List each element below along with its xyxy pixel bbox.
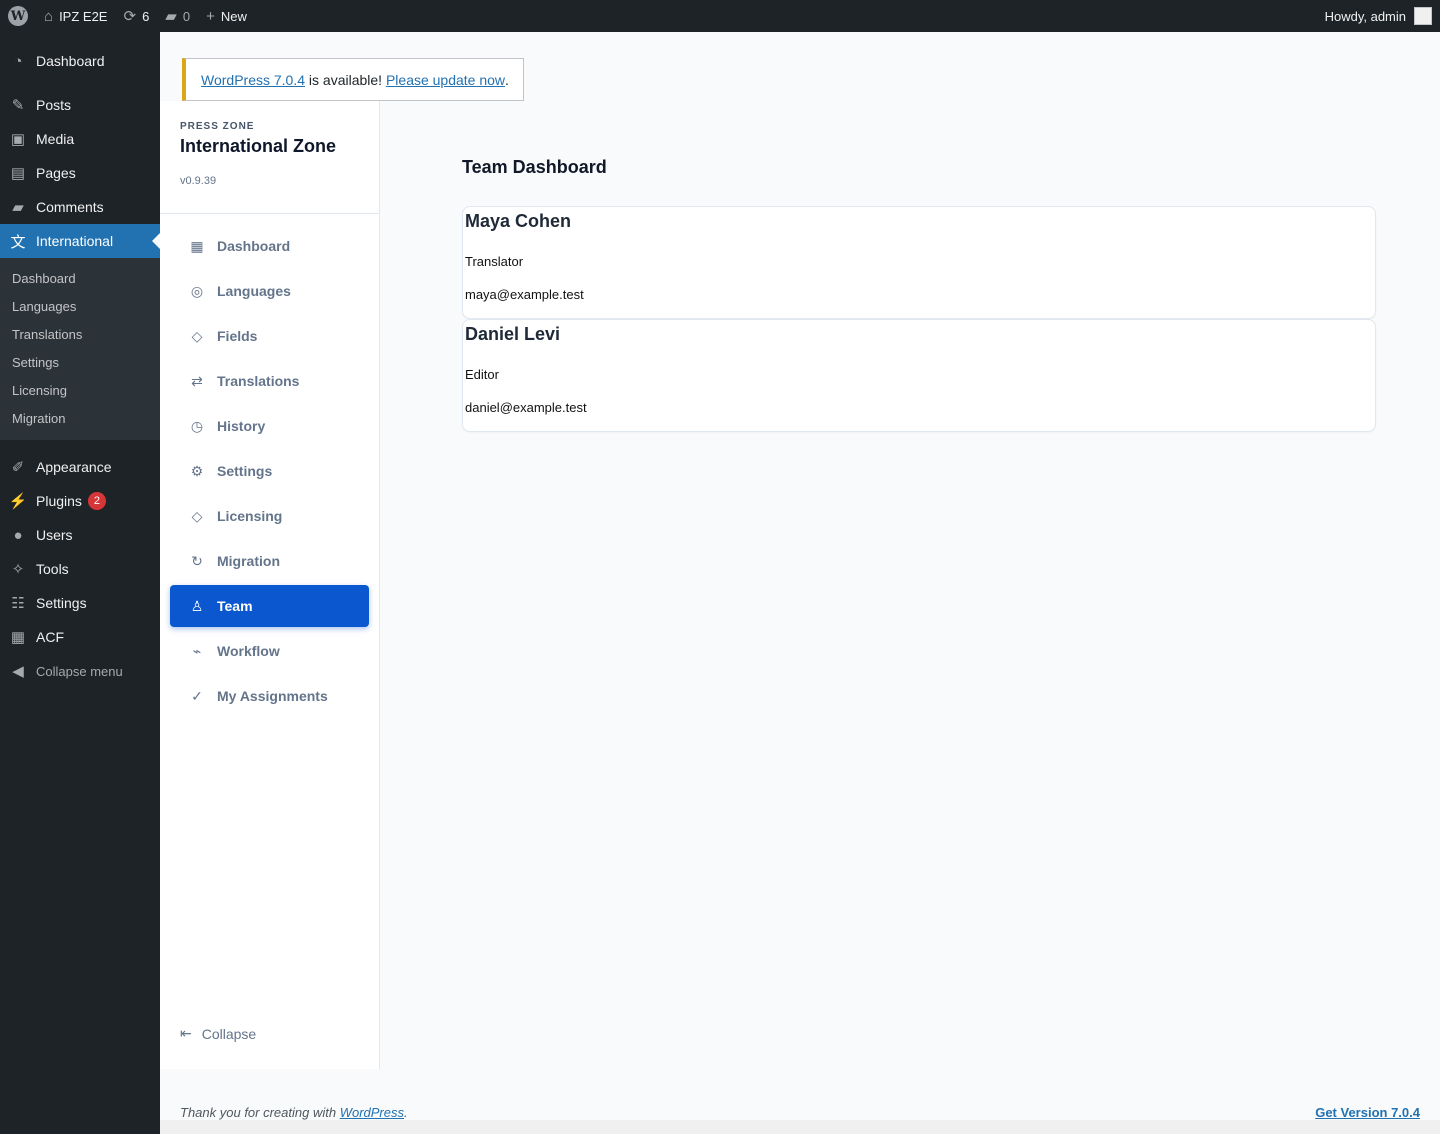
update-now-link[interactable]: Please update now xyxy=(386,72,505,88)
plugin-nav-licensing[interactable]: ◇ Licensing xyxy=(170,495,369,537)
plugin-nav-workflow[interactable]: ⌁ Workflow xyxy=(170,630,369,672)
menu-comments[interactable]: ▰ Comments xyxy=(0,190,160,224)
plugin-nav-migration[interactable]: ↻ Migration xyxy=(170,540,369,582)
site-name-link[interactable]: ⌂ IPZ E2E xyxy=(36,0,115,32)
home-icon: ⌂ xyxy=(44,7,54,25)
collapse-menu-button[interactable]: ◀ Collapse menu xyxy=(0,654,160,688)
paintbrush-icon: ✐ xyxy=(11,459,25,476)
plugin-sidebar: PRESS ZONE International Zone v0.9.39 ▦ D… xyxy=(160,101,380,1069)
updates-link[interactable]: ⟳ 6 xyxy=(115,0,157,32)
plugin-version: v0.9.39 xyxy=(180,175,217,187)
plugin-collapse-button[interactable]: ⇤ Collapse xyxy=(180,1025,256,1042)
get-version-link[interactable]: Get Version 7.0.4 xyxy=(1315,1105,1420,1120)
team-icon: ♙ xyxy=(190,597,204,614)
swap-icon: ⇄ xyxy=(191,372,203,389)
user-icon: ● xyxy=(13,526,23,544)
menu-posts[interactable]: ✎ Posts xyxy=(0,88,160,122)
plugin-nav: ▦ Dashboard ◎ Languages ◇ Fields ⇄ Translati… xyxy=(160,214,379,717)
plus-icon: + xyxy=(206,7,215,25)
refresh-icon: ↻ xyxy=(191,552,203,569)
member-email: daniel@example.test xyxy=(465,400,587,415)
member-email: maya@example.test xyxy=(465,287,584,302)
check-icon: ✓ xyxy=(191,687,203,704)
wordpress-version-link[interactable]: WordPress 7.0.4 xyxy=(201,72,305,88)
main-content: Team Dashboard Maya Cohen Translator may… xyxy=(462,157,1376,432)
plugin-brand: PRESS ZONE International Zone v0.9.39 xyxy=(160,101,379,214)
diamond-icon: ◇ xyxy=(191,327,203,344)
menu-plugins[interactable]: ⚡ Plugins 2 xyxy=(0,484,160,518)
submenu-item-settings[interactable]: Settings xyxy=(0,349,160,377)
gear-icon: ⚙ xyxy=(190,462,204,479)
menu-pages[interactable]: ▤ Pages xyxy=(0,156,160,190)
brand-name: International Zone xyxy=(180,136,337,156)
submenu-item-migration[interactable]: Migration xyxy=(0,405,160,433)
comment-icon: ▰ xyxy=(12,199,24,216)
member-role: Translator xyxy=(465,254,524,269)
wordpress-logo-icon[interactable]: W xyxy=(0,0,36,32)
submenu-item-languages[interactable]: Languages xyxy=(0,293,160,321)
plugin-nav-fields[interactable]: ◇ Fields xyxy=(170,315,369,357)
clock-icon: ◷ xyxy=(190,417,204,434)
globe-icon: ◎ xyxy=(190,282,204,299)
collapse-icon: ⇤ xyxy=(180,1025,192,1041)
pages-icon: ▤ xyxy=(10,165,26,182)
menu-media[interactable]: ▣ Media xyxy=(0,122,160,156)
dashboard-gauge-icon: ◔ xyxy=(13,52,23,70)
workflow-icon: ⌁ xyxy=(192,642,202,659)
plugin-nav-settings[interactable]: ⚙ Settings xyxy=(170,450,369,492)
member-name: Maya Cohen xyxy=(465,211,572,231)
admin-footer: Thank you for creating with WordPress. G… xyxy=(160,1069,1440,1120)
international-submenu: Dashboard Languages Translations Setting… xyxy=(0,258,160,440)
menu-users[interactable]: ● Users xyxy=(0,518,160,552)
team-member-card: Daniel Levi Editor daniel@example.test xyxy=(462,319,1376,432)
grid-icon: ▦ xyxy=(190,237,204,254)
team-member-card: Maya Cohen Translator maya@example.test xyxy=(462,206,1376,319)
menu-acf[interactable]: ▦ ACF xyxy=(0,620,160,654)
brand-eyebrow: PRESS ZONE xyxy=(180,121,255,132)
plugins-update-badge: 2 xyxy=(87,492,106,510)
comments-link[interactable]: ▰ 0 xyxy=(157,0,198,32)
update-notice: WordPress 7.0.4 is available! Please upd… xyxy=(182,58,524,101)
member-role: Editor xyxy=(465,367,499,382)
account-menu[interactable]: Howdy, admin xyxy=(1317,0,1440,32)
admin-bar: W ⌂ IPZ E2E ⟳ 6 ▰ 0 + New Howdy, admin xyxy=(0,0,1440,32)
plugin-nav-history[interactable]: ◷ History xyxy=(170,405,369,447)
avatar xyxy=(1414,7,1432,25)
footer-thanks: Thank you for creating with WordPress. xyxy=(180,1105,408,1120)
plugin-shell: PRESS ZONE International Zone v0.9.39 ▦ D… xyxy=(160,101,1440,1069)
team-member-list: Maya Cohen Translator maya@example.test … xyxy=(462,206,1376,432)
settings-sliders-icon: ☷ xyxy=(11,595,25,612)
wordpress-link[interactable]: WordPress xyxy=(340,1105,404,1120)
pin-icon: ✎ xyxy=(11,97,25,114)
comment-bubble-icon: ▰ xyxy=(165,7,177,25)
translate-icon: 文 xyxy=(10,233,26,251)
acf-grid-icon: ▦ xyxy=(10,629,26,646)
media-icon: ▣ xyxy=(10,131,26,148)
plugin-nav-my-assignments[interactable]: ✓ My Assignments xyxy=(170,675,369,717)
submenu-item-dashboard[interactable]: Dashboard xyxy=(0,265,160,293)
plugin-nav-translations[interactable]: ⇄ Translations xyxy=(170,360,369,402)
submenu-item-translations[interactable]: Translations xyxy=(0,321,160,349)
plugin-nav-team[interactable]: ♙ Team xyxy=(170,585,369,627)
key-diamond-icon: ◇ xyxy=(191,507,203,524)
plugin-nav-dashboard[interactable]: ▦ Dashboard xyxy=(170,225,369,267)
member-name: Daniel Levi xyxy=(465,324,561,344)
plugin-nav-languages[interactable]: ◎ Languages xyxy=(170,270,369,312)
menu-settings[interactable]: ☷ Settings xyxy=(0,586,160,620)
menu-appearance[interactable]: ✐ Appearance xyxy=(0,450,160,484)
admin-menu: ◔ Dashboard ✎ Posts ▣ Media ▤ Pages ▰ Comment… xyxy=(0,32,160,1134)
collapse-arrow-icon: ◀ xyxy=(12,663,24,680)
menu-international[interactable]: 文 International xyxy=(0,224,160,258)
submenu-item-licensing[interactable]: Licensing xyxy=(0,377,160,405)
page-title: Team Dashboard xyxy=(462,157,607,177)
bottom-strip xyxy=(160,1120,1440,1134)
wrench-icon: ✧ xyxy=(11,561,25,578)
refresh-icon: ⟳ xyxy=(123,7,137,25)
menu-dashboard[interactable]: ◔ Dashboard xyxy=(0,44,160,78)
new-content-link[interactable]: + New xyxy=(198,0,255,32)
menu-tools[interactable]: ✧ Tools xyxy=(0,552,160,586)
plug-icon: ⚡ xyxy=(8,493,28,510)
